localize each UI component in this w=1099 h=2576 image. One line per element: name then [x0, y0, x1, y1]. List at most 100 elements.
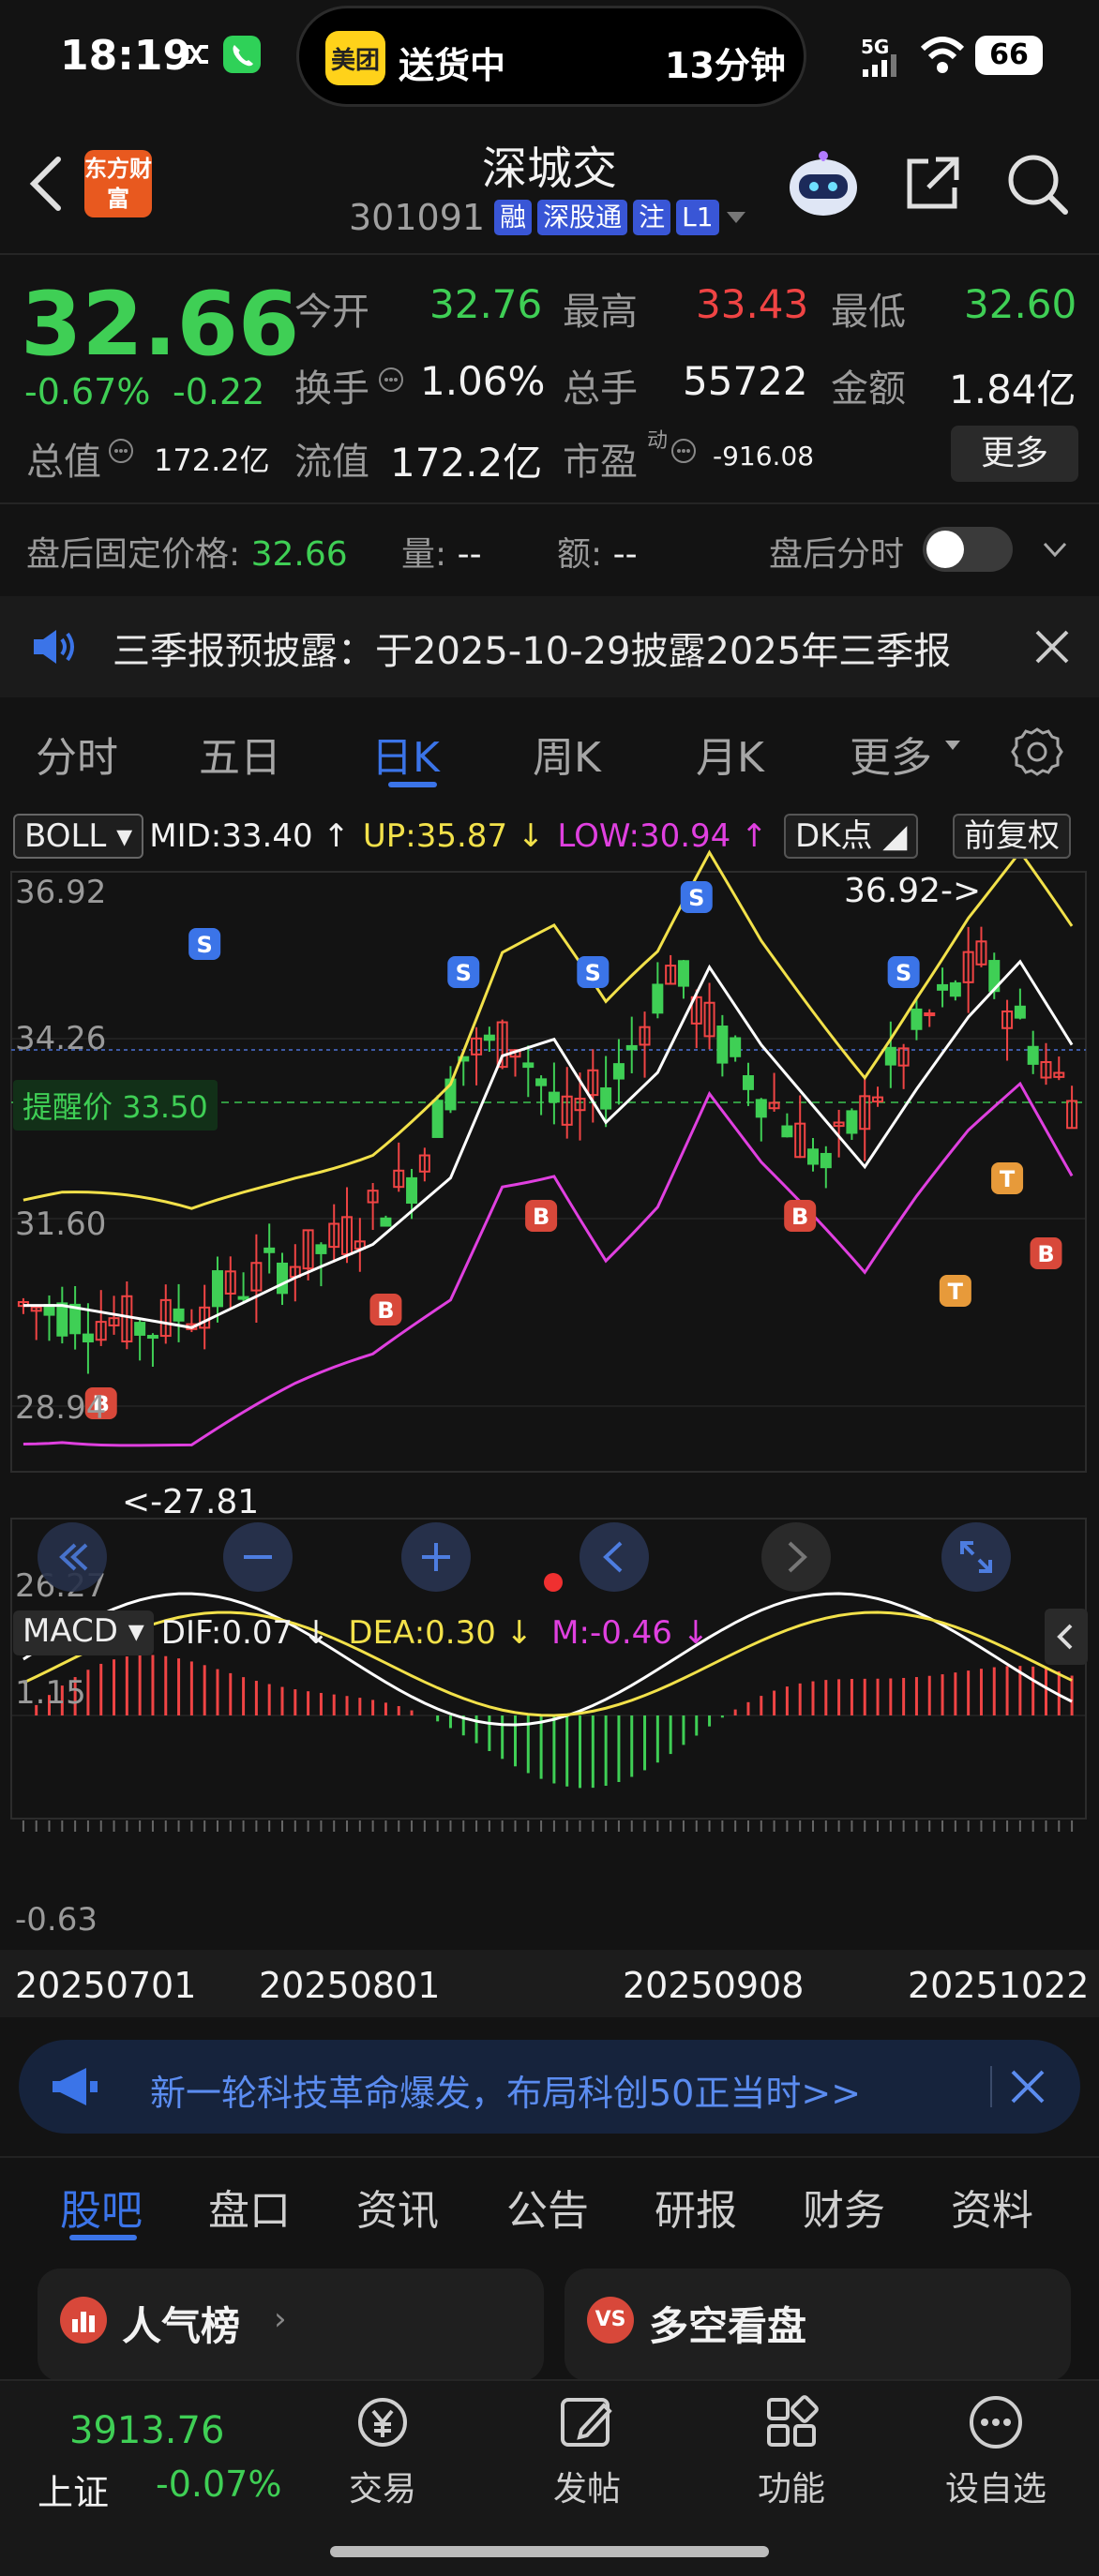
status-bar: 18:19 美团 送货中 13分钟 5G 66	[0, 0, 1099, 112]
bull-bear-card[interactable]: VS 多空看盘	[565, 2269, 1071, 2381]
ad-banner[interactable]: 新一轮科技革命爆发，布局科创50正当时>>	[19, 2040, 1080, 2134]
max-price-label: 36.92->	[844, 872, 982, 910]
more-button[interactable]: 更多	[951, 426, 1078, 482]
tag-margin: 融	[494, 200, 533, 235]
chevron-down-icon[interactable]	[1039, 534, 1071, 566]
boll-selector[interactable]: BOLL ▾	[13, 814, 144, 859]
info-icon[interactable]	[377, 366, 405, 394]
change-percent: -0.67%	[24, 371, 151, 412]
ad-text: 新一轮科技革命爆发，布局科创50正当时>>	[150, 2073, 862, 2114]
after-hours-toggle[interactable]	[923, 527, 1013, 572]
boll-label: BOLL	[24, 817, 107, 855]
active-tab-indicator	[388, 782, 437, 787]
info-icon[interactable]	[670, 437, 698, 465]
popularity-card[interactable]: 人气榜 ›	[38, 2269, 544, 2381]
adjustment-button[interactable]: 前复权	[953, 814, 1071, 859]
tab-announcements[interactable]: 公告	[506, 2177, 589, 2237]
nav-trade[interactable]: 交易	[308, 2389, 458, 2510]
candle-body	[82, 1333, 94, 1343]
zoom-in-button[interactable]	[401, 1522, 471, 1592]
candle-body	[263, 1247, 276, 1253]
nav-post-label: 发帖	[552, 2470, 621, 2509]
boll-up-value: UP:35.87 ↓	[362, 817, 545, 855]
candle-body	[173, 1308, 185, 1322]
tab-more[interactable]: 更多	[850, 724, 932, 784]
after-hours-amount: 额: --	[557, 527, 638, 576]
marker-letter: B	[791, 1204, 808, 1230]
kline-chart[interactable]: BSBSBSSBSTTB	[0, 806, 1099, 2025]
more-dots-icon	[962, 2389, 1030, 2456]
change-amount: -0.22	[173, 371, 265, 412]
search-icon[interactable]	[1003, 150, 1071, 217]
stock-code: 301091	[349, 197, 486, 238]
popularity-card-title: 人气榜	[122, 2303, 241, 2349]
nav-add-watchlist-label: 设自选	[944, 2470, 1046, 2509]
scroll-left-button[interactable]	[580, 1522, 649, 1592]
candle-body	[483, 1034, 495, 1041]
macd-axis-label: -0.63	[15, 1901, 98, 1939]
zoom-out-button[interactable]	[223, 1522, 293, 1592]
tab-five-day[interactable]: 五日	[199, 724, 281, 784]
marker-letter: S	[896, 960, 911, 986]
nav-post[interactable]: 发帖	[512, 2389, 662, 2510]
tab-guba[interactable]: 股吧	[60, 2177, 143, 2237]
home-indicator	[330, 2546, 769, 2557]
bull-bear-card-title: 多空看盘	[649, 2303, 807, 2349]
tab-news[interactable]: 资讯	[356, 2177, 439, 2237]
alert-price-tag[interactable]: 提醒价 33.50	[13, 1080, 218, 1131]
close-icon[interactable]	[1031, 626, 1073, 667]
kline-frame	[10, 871, 1087, 1473]
nav-trade-label: 交易	[348, 2470, 416, 2509]
live-activity-pill[interactable]: 美团 送货中 13分钟	[296, 6, 806, 107]
tab-weekly-k[interactable]: 周K	[533, 724, 601, 784]
candle-body	[884, 1046, 896, 1066]
dk-point-button[interactable]: DK点 ◢	[784, 814, 919, 859]
pe-value: -916.08	[713, 441, 815, 472]
tab-monthly-k[interactable]: 月K	[696, 724, 764, 784]
vs-icon: VS	[587, 2297, 634, 2344]
current-price: 32.66	[21, 274, 300, 376]
tab-profile[interactable]: 资料	[951, 2177, 1033, 2237]
index-name[interactable]: 上证	[38, 2464, 109, 2515]
gear-icon[interactable]	[1011, 726, 1063, 778]
scroll-start-button[interactable]	[38, 1522, 107, 1592]
ad-divider	[990, 2066, 992, 2107]
divider	[0, 2156, 1099, 2158]
boll-low-value: LOW:30.94 ↑	[557, 817, 768, 855]
scroll-right-button[interactable]	[761, 1522, 831, 1592]
dk-point-label: DK点	[795, 817, 873, 855]
wifi-icon	[919, 34, 966, 75]
page-indicator-dot	[544, 1573, 563, 1592]
tab-intraday[interactable]: 分时	[36, 724, 118, 784]
index-change[interactable]: -0.07%	[156, 2464, 281, 2505]
float-label: 流值	[294, 441, 369, 484]
y-axis-label: 36.92	[15, 874, 107, 911]
share-icon[interactable]	[900, 150, 966, 216]
nav-add-watchlist[interactable]: 设自选	[921, 2389, 1071, 2510]
announcement-bar[interactable]: 三季报预披露：于2025-10-29披露2025年三季报	[0, 596, 1099, 697]
high-label: 最高	[563, 291, 638, 334]
collapse-indicator-button[interactable]	[1045, 1609, 1088, 1665]
nav-functions[interactable]: 功能	[716, 2389, 866, 2510]
macd-selector[interactable]: MACD ▾	[13, 1610, 154, 1655]
close-icon[interactable]	[1007, 2066, 1048, 2107]
yuan-icon	[349, 2389, 416, 2456]
info-icon[interactable]	[107, 437, 135, 465]
robot-assistant-icon[interactable]	[784, 148, 863, 223]
fullscreen-button[interactable]	[941, 1522, 1011, 1592]
marker-letter: S	[197, 932, 213, 958]
marker-letter: B	[533, 1204, 550, 1230]
megaphone-icon	[49, 2064, 101, 2109]
index-value[interactable]: 3913.76	[69, 2409, 224, 2452]
candle-body	[146, 1335, 158, 1340]
marker-letter: B	[1037, 1241, 1054, 1267]
grid-icon	[758, 2389, 825, 2456]
chevron-down-icon[interactable]	[726, 212, 745, 223]
tab-order-book[interactable]: 盘口	[208, 2177, 291, 2237]
tab-research[interactable]: 研报	[655, 2177, 737, 2237]
volume-label: 总手	[563, 367, 638, 411]
tab-daily-k[interactable]: 日K	[371, 724, 440, 784]
marker-letter: S	[688, 885, 704, 911]
speaker-icon	[30, 624, 79, 669]
tab-financials[interactable]: 财务	[803, 2177, 885, 2237]
